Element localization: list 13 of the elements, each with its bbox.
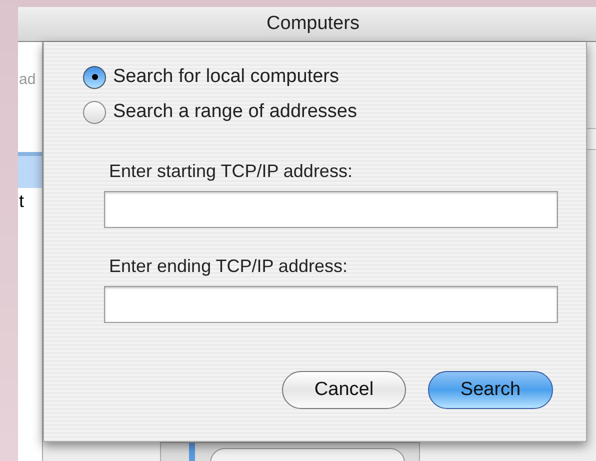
window-title: Computers xyxy=(266,12,360,36)
field-label: Enter ending TCP/IP address: xyxy=(109,255,348,278)
radio-button[interactable] xyxy=(83,100,106,124)
address-field[interactable] xyxy=(104,286,558,323)
list-row[interactable] xyxy=(18,152,42,188)
field-label: Enter starting TCP/IP address: xyxy=(109,160,354,183)
radio-label: Search for local computers xyxy=(113,64,339,89)
radio-button[interactable] xyxy=(83,66,106,88)
list-header: ad xyxy=(19,70,37,90)
address-field[interactable] xyxy=(104,191,558,228)
radio-label: Search a range of addresses xyxy=(113,100,357,124)
cancel-button[interactable]: Cancel xyxy=(282,371,406,409)
search-button[interactable]: Search xyxy=(428,371,553,409)
